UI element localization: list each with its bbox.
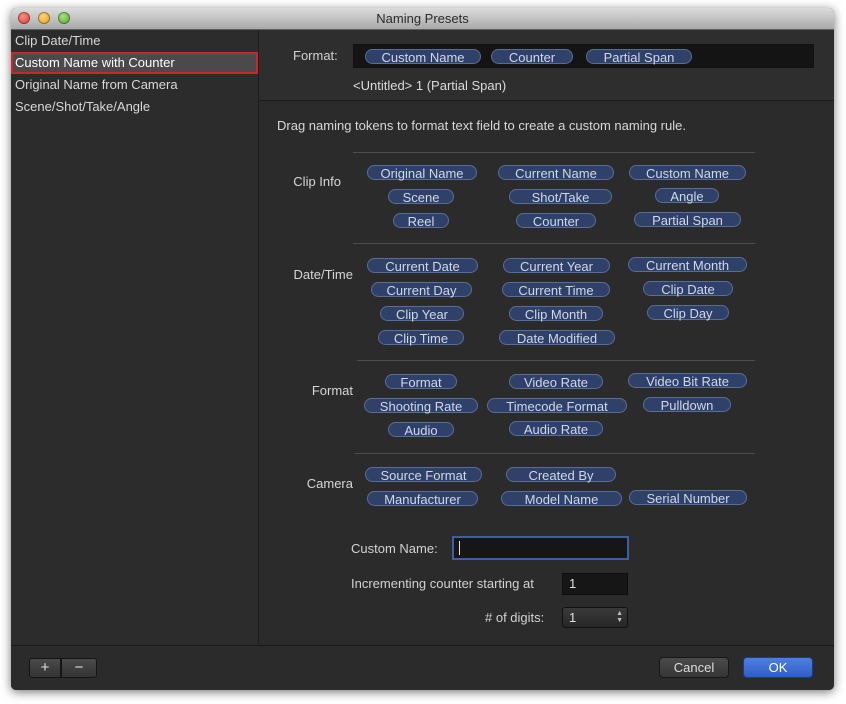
group-label-format: Format bbox=[311, 383, 353, 398]
token-clip-date[interactable]: Clip Date bbox=[643, 281, 733, 297]
token-pulldown[interactable]: Pulldown bbox=[643, 397, 731, 413]
token-serial-number[interactable]: Serial Number bbox=[629, 490, 747, 506]
token-custom-name[interactable]: Custom Name bbox=[629, 165, 746, 181]
preset-list: Clip Date/Time Custom Name with Counter … bbox=[11, 30, 259, 644]
token-timecode-format[interactable]: Timecode Format bbox=[487, 398, 627, 414]
title-bar: Naming Presets bbox=[11, 8, 834, 30]
token-angle[interactable]: Angle bbox=[655, 188, 719, 204]
token-clip-time[interactable]: Clip Time bbox=[378, 330, 464, 346]
token-shooting-rate[interactable]: Shooting Rate bbox=[364, 398, 478, 414]
token-clip-month[interactable]: Clip Month bbox=[509, 306, 603, 322]
token-scene[interactable]: Scene bbox=[388, 189, 454, 205]
ok-button[interactable]: OK bbox=[743, 657, 813, 678]
group-label-clip-info: Clip Info bbox=[293, 174, 341, 189]
format-field[interactable]: Custom Name Counter Partial Span bbox=[353, 44, 814, 68]
token-clip-year[interactable]: Clip Year bbox=[380, 306, 464, 322]
digits-label: # of digits: bbox=[485, 610, 545, 625]
digits-value: 1 bbox=[569, 610, 577, 625]
group-separator bbox=[353, 152, 755, 153]
group-label-camera: Camera bbox=[306, 476, 353, 491]
instructions-text: Drag naming tokens to format text field … bbox=[277, 118, 686, 133]
digits-stepper[interactable]: 1 ▲ ▼ bbox=[562, 607, 628, 628]
token-current-year[interactable]: Current Year bbox=[503, 258, 610, 274]
counter-start-input[interactable]: 1 bbox=[562, 573, 628, 595]
token-shot-take[interactable]: Shot/Take bbox=[509, 189, 612, 205]
token-current-date[interactable]: Current Date bbox=[367, 258, 478, 274]
cancel-button[interactable]: Cancel bbox=[659, 657, 729, 678]
token-model-name[interactable]: Model Name bbox=[501, 491, 622, 507]
add-preset-button[interactable]: + bbox=[29, 658, 61, 678]
bottom-bar: + − Cancel OK bbox=[11, 645, 834, 690]
format-token-partial-span[interactable]: Partial Span bbox=[586, 49, 692, 65]
preset-item-scene-shot-take-angle[interactable]: Scene/Shot/Take/Angle bbox=[11, 96, 258, 118]
stepper-arrows-icon[interactable]: ▲ ▼ bbox=[616, 610, 623, 624]
token-format[interactable]: Format bbox=[385, 374, 457, 390]
group-label-date-time: Date/Time bbox=[293, 267, 353, 282]
remove-preset-button[interactable]: − bbox=[61, 658, 97, 678]
preset-item-original-name-from-camera[interactable]: Original Name from Camera bbox=[11, 74, 258, 96]
group-separator bbox=[353, 243, 755, 244]
format-label: Format: bbox=[293, 48, 338, 63]
token-current-day[interactable]: Current Day bbox=[371, 282, 472, 298]
preset-item-clip-date-time[interactable]: Clip Date/Time bbox=[11, 30, 258, 52]
format-token-counter[interactable]: Counter bbox=[491, 49, 573, 65]
token-partial-span[interactable]: Partial Span bbox=[634, 212, 741, 228]
token-created-by[interactable]: Created By bbox=[506, 467, 616, 483]
token-audio-rate[interactable]: Audio Rate bbox=[509, 421, 603, 437]
format-preview: <Untitled> 1 (Partial Span) bbox=[353, 78, 507, 93]
preset-editor: Format: Custom Name Counter Partial Span… bbox=[259, 30, 834, 644]
token-current-month[interactable]: Current Month bbox=[628, 257, 747, 273]
format-token-custom-name[interactable]: Custom Name bbox=[365, 49, 481, 65]
custom-name-input[interactable] bbox=[452, 536, 629, 560]
format-area: Format: Custom Name Counter Partial Span… bbox=[259, 30, 834, 101]
naming-presets-window: Naming Presets Clip Date/Time Custom Nam… bbox=[11, 8, 834, 690]
token-audio[interactable]: Audio bbox=[388, 422, 454, 438]
token-video-rate[interactable]: Video Rate bbox=[509, 374, 603, 390]
token-original-name[interactable]: Original Name bbox=[367, 165, 477, 181]
token-reel[interactable]: Reel bbox=[393, 213, 449, 229]
token-counter[interactable]: Counter bbox=[516, 213, 596, 229]
text-cursor bbox=[459, 541, 460, 555]
preset-item-custom-name-with-counter[interactable]: Custom Name with Counter bbox=[11, 52, 258, 74]
token-current-time[interactable]: Current Time bbox=[502, 282, 610, 298]
counter-start-label: Incrementing counter starting at bbox=[351, 576, 534, 591]
token-video-bit-rate[interactable]: Video Bit Rate bbox=[628, 373, 747, 389]
token-manufacturer[interactable]: Manufacturer bbox=[367, 491, 478, 507]
token-source-format[interactable]: Source Format bbox=[365, 467, 482, 483]
token-clip-day[interactable]: Clip Day bbox=[647, 305, 729, 321]
custom-name-label: Custom Name: bbox=[351, 541, 438, 556]
token-date-modified[interactable]: Date Modified bbox=[499, 330, 615, 346]
window-title: Naming Presets bbox=[376, 11, 469, 26]
group-separator bbox=[355, 453, 755, 454]
group-separator bbox=[357, 360, 755, 361]
token-current-name[interactable]: Current Name bbox=[498, 165, 614, 181]
